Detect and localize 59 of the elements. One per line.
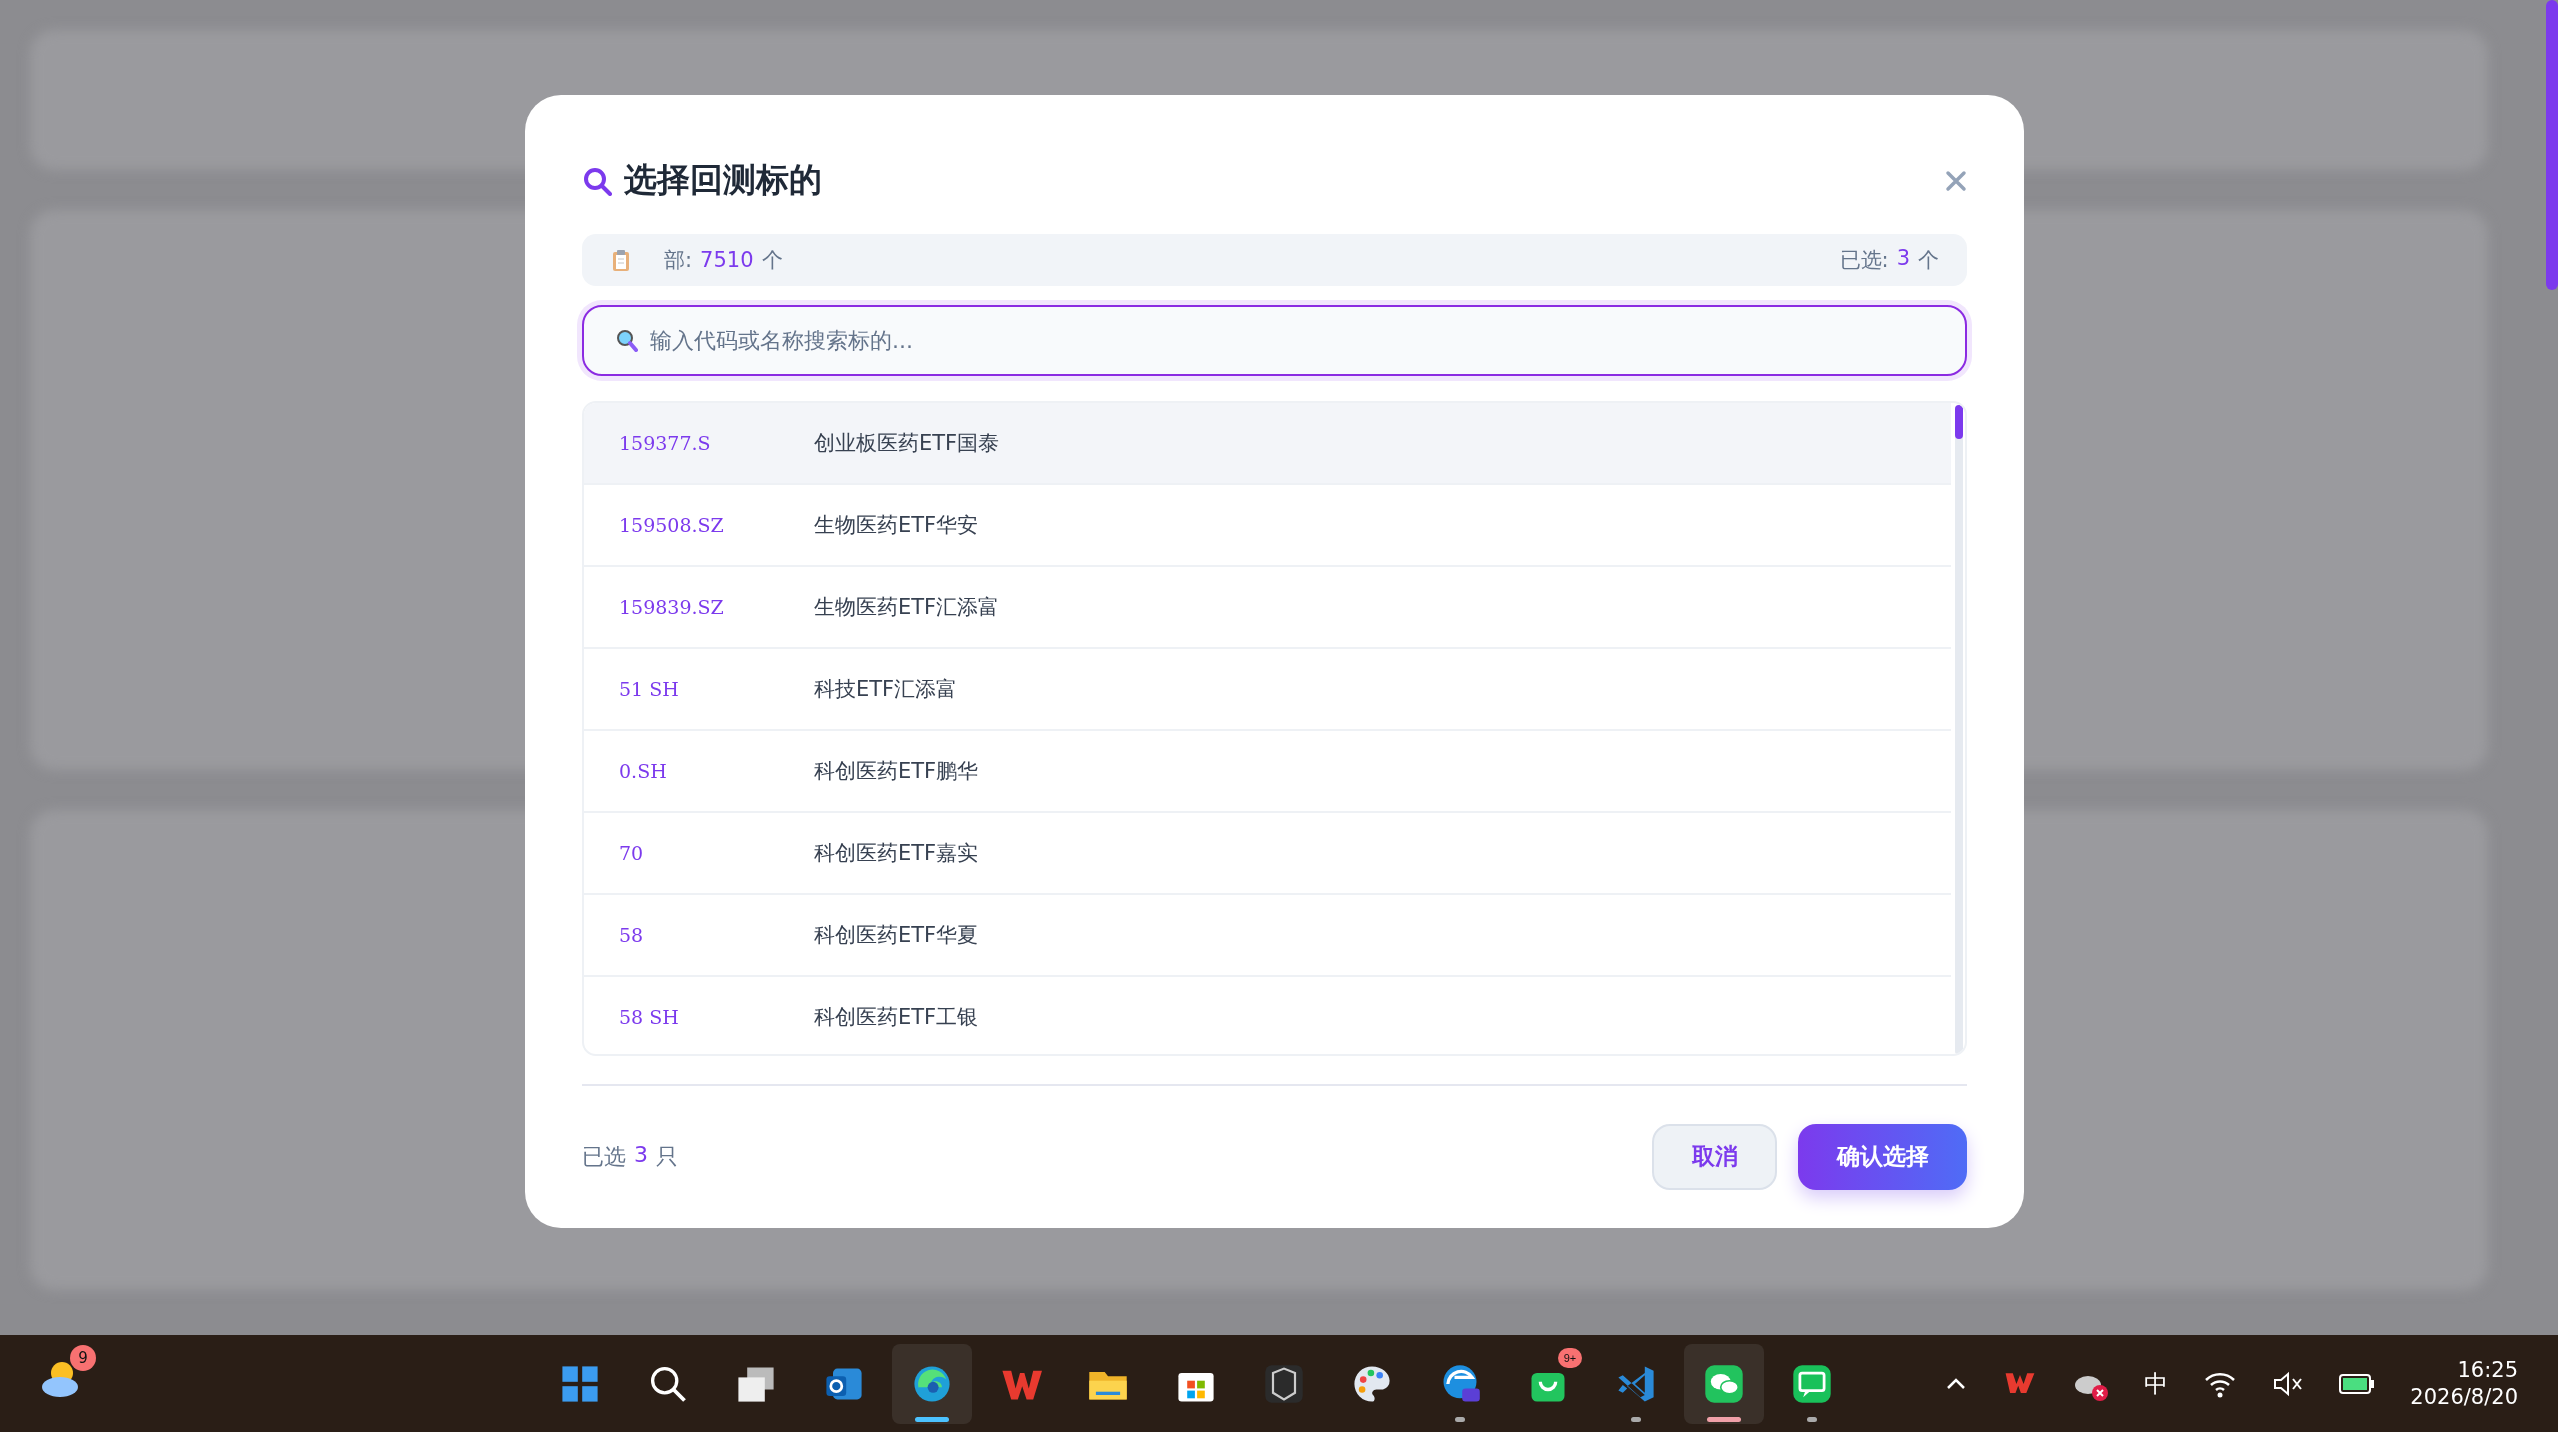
fund-name: 创业板医药ETF国泰 (814, 429, 1000, 457)
selected-count: 3 (1896, 246, 1910, 273)
input-method-indicator[interactable]: 中 (2144, 1367, 2169, 1400)
running-indicator (1707, 1416, 1741, 1422)
clipboard-icon (610, 248, 632, 273)
selected-label: 已选 (582, 1142, 626, 1171)
total-unit: 个 (761, 247, 783, 275)
stock-code: 51 SH (619, 677, 680, 700)
selected-unit: 个 (1918, 247, 1939, 275)
stock-code: 159839.SZ (619, 595, 725, 618)
clock-date: 2026/8/20 (2410, 1383, 2518, 1410)
list-row[interactable]: 159839.SZ 生物医药ETF汇添富 (584, 566, 1951, 649)
selected-unit: 只 (656, 1142, 678, 1171)
notification-badge: 9 (70, 1345, 96, 1371)
clock-time: 16:25 (2457, 1357, 2518, 1384)
stock-code: 159377.S (619, 431, 712, 454)
selected-label: 已选: (1839, 247, 1889, 275)
fund-name: 科创医药ETF鹏华 (814, 757, 979, 785)
scrollbar-thumb[interactable] (2546, 0, 2558, 290)
fund-name: 科技ETF汇添富 (814, 675, 958, 703)
stock-code: 58 SH (619, 1005, 680, 1028)
fund-name: 科创医药ETF嘉实 (814, 839, 979, 867)
close-icon (1945, 169, 1967, 192)
search-icon (582, 165, 612, 196)
confirm-button[interactable]: 确认选择 (1798, 1123, 1967, 1190)
fund-name: 生物医药ETF华安 (814, 511, 979, 539)
stock-code: 159508.SZ (619, 513, 725, 536)
fund-name: 科创医药ETF工银 (814, 1003, 979, 1031)
scrollbar-track[interactable] (1955, 404, 1963, 1054)
stock-code: 0.SH (619, 759, 668, 782)
fund-name: 科创医药ETF华夏 (814, 921, 979, 949)
taskbar-app[interactable] (892, 1343, 972, 1424)
list-row[interactable]: 58 SH 科创医药ETF工银 (584, 976, 1951, 1054)
stock-code: 58 (619, 923, 645, 946)
running-indicator (915, 1416, 949, 1422)
running-indicator (1455, 1416, 1465, 1422)
close-button[interactable] (1945, 169, 1967, 192)
running-indicator (1807, 1416, 1817, 1422)
list-row[interactable]: 70 科创医药ETF嘉实 (584, 812, 1951, 895)
taskbar-app[interactable]: 9+ (1508, 1343, 1588, 1424)
system-clock[interactable]: 16:25 2026/8/20 (2410, 1357, 2518, 1410)
dialog-title: 选择回测标的 (624, 159, 822, 202)
running-indicator (1631, 1416, 1641, 1422)
fund-name: 生物医药ETF汇添富 (814, 593, 1000, 621)
weather-widget[interactable]: 9 (40, 1345, 96, 1403)
stock-code: 70 (619, 841, 645, 864)
total-label: 部: (664, 247, 693, 275)
cancel-button[interactable]: 取消 (1652, 1123, 1777, 1190)
search-input[interactable]: 输入代码或名称搜索标的... (648, 326, 1935, 354)
notification-badge: 9+ (1558, 1347, 1582, 1368)
total-count: 7510 (700, 248, 754, 273)
magnifier-icon (614, 328, 638, 353)
list-row[interactable]: 58 科创医药ETF华夏 (584, 894, 1951, 977)
selected-count: 3 (634, 1141, 648, 1169)
list-row[interactable]: 51 SH 科技ETF汇添富 (584, 648, 1951, 731)
list-row[interactable]: 159508.SZ 生物医药ETF华安 (584, 484, 1951, 567)
list-row[interactable]: 0.SH 科创医药ETF鹏华 (584, 730, 1951, 813)
taskbar-app[interactable] (1684, 1343, 1764, 1424)
list-row[interactable]: 159377.S 创业板医药ETF国泰 (584, 402, 1951, 485)
